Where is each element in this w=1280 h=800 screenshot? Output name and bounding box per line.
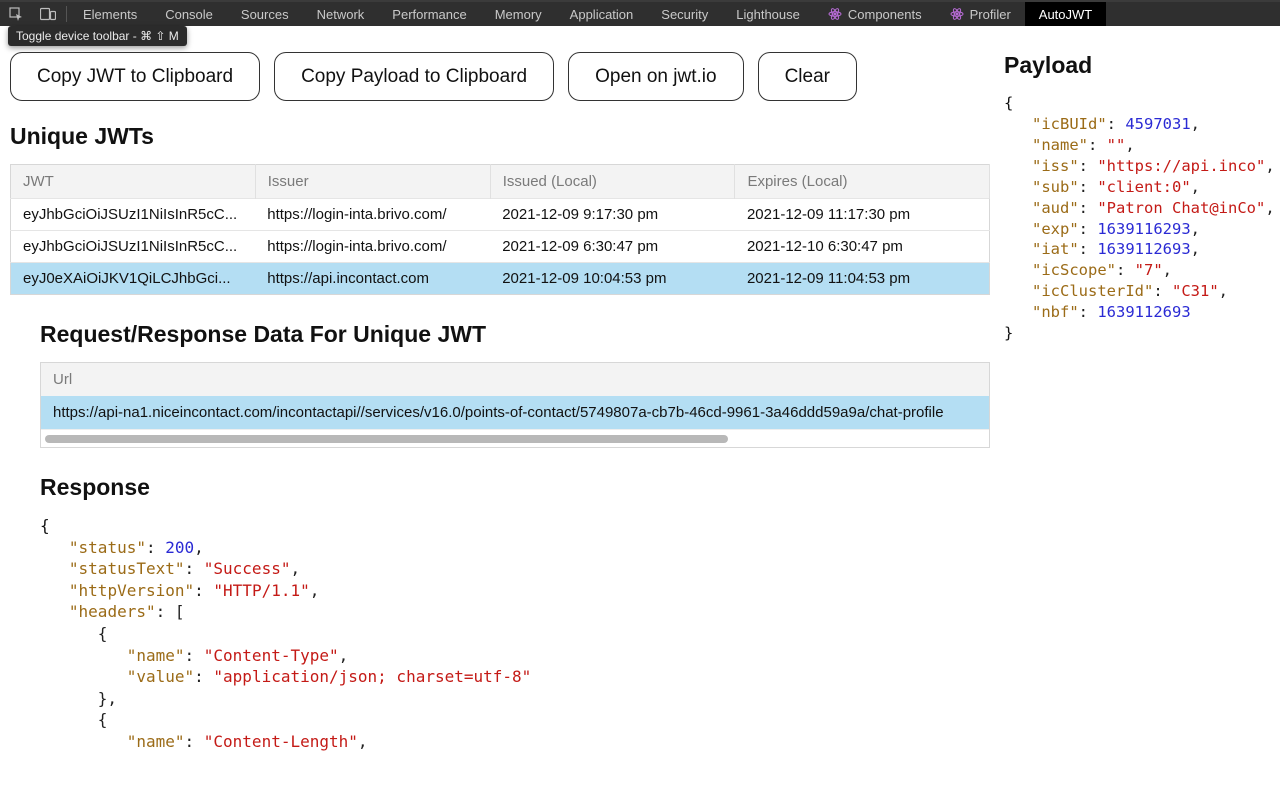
inspect-element-icon[interactable]	[0, 2, 32, 26]
url-header: Url	[41, 363, 989, 396]
clear-button[interactable]: Clear	[758, 52, 857, 101]
table-row[interactable]: eyJhbGciOiJSUzI1NiIsInR5cC...https://log…	[11, 199, 990, 231]
jwt-table: JWTIssuerIssued (Local)Expires (Local) e…	[10, 164, 990, 295]
devtools-tab-profiler[interactable]: Profiler	[936, 7, 1025, 22]
devtools-tab-elements[interactable]: Elements	[69, 7, 151, 22]
copy-payload-button[interactable]: Copy Payload to Clipboard	[274, 52, 554, 101]
jwt-table-header[interactable]: JWT	[11, 165, 256, 199]
response-json: { "status": 200, "statusText": "Success"…	[40, 515, 990, 753]
request-response-heading: Request/Response Data For Unique JWT	[40, 321, 990, 348]
url-table: Url https://api-na1.niceincontact.com/in…	[40, 362, 990, 448]
devtools-tab-bar: ElementsConsoleSourcesNetworkPerformance…	[0, 0, 1280, 26]
devtools-tab-lighthouse[interactable]: Lighthouse	[722, 7, 814, 22]
react-icon	[828, 7, 842, 21]
copy-jwt-button[interactable]: Copy JWT to Clipboard	[10, 52, 260, 101]
jwt-table-header[interactable]: Issued (Local)	[490, 165, 735, 199]
jwt-table-header[interactable]: Expires (Local)	[735, 165, 990, 199]
react-icon	[950, 7, 964, 21]
payload-json: { "icBUId": 4597031, "name": "", "iss": …	[1004, 93, 1280, 344]
devtools-tab-security[interactable]: Security	[647, 7, 722, 22]
url-cell[interactable]: https://api-na1.niceincontact.com/incont…	[41, 396, 989, 429]
devtools-tab-autojwt[interactable]: AutoJWT	[1025, 2, 1106, 26]
devtools-tab-application[interactable]: Application	[556, 7, 648, 22]
devtools-tab-performance[interactable]: Performance	[378, 7, 480, 22]
unique-jwts-heading: Unique JWTs	[10, 123, 990, 150]
devtools-tab-network[interactable]: Network	[303, 7, 379, 22]
device-toolbar-icon[interactable]	[32, 2, 64, 26]
table-row[interactable]: eyJhbGciOiJSUzI1NiIsInR5cC...https://log…	[11, 231, 990, 263]
horizontal-scrollbar[interactable]	[41, 429, 989, 447]
devtools-tab-components[interactable]: Components	[814, 7, 936, 22]
device-toolbar-tooltip: Toggle device toolbar - ⌘ ⇧ M	[8, 26, 187, 46]
response-heading: Response	[40, 474, 990, 501]
jwt-table-header[interactable]: Issuer	[255, 165, 490, 199]
devtools-tab-memory[interactable]: Memory	[481, 7, 556, 22]
payload-heading: Payload	[1004, 52, 1280, 79]
open-jwtio-button[interactable]: Open on jwt.io	[568, 52, 743, 101]
devtools-tab-console[interactable]: Console	[151, 7, 227, 22]
table-row[interactable]: eyJ0eXAiOiJKV1QiLCJhbGci...https://api.i…	[11, 263, 990, 295]
devtools-tab-sources[interactable]: Sources	[227, 7, 303, 22]
action-buttons: Copy JWT to Clipboard Copy Payload to Cl…	[10, 44, 990, 101]
